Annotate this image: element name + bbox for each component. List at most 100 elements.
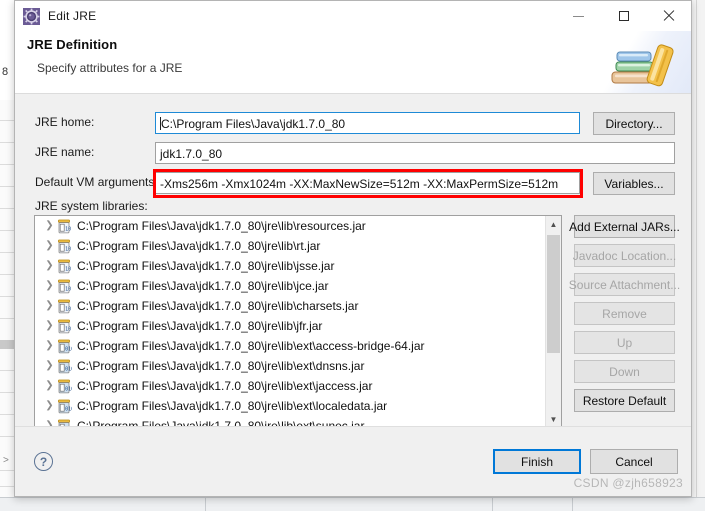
directory-button[interactable]: Directory... — [593, 112, 675, 135]
help-icon[interactable]: ? — [34, 452, 53, 471]
chevron-right-icon[interactable]: ❯ — [43, 356, 56, 376]
vm-arguments-input[interactable]: -Xms256m -Xmx1024m -XX:MaxNewSize=512m -… — [155, 172, 580, 194]
close-button[interactable] — [646, 1, 691, 31]
vm-arguments-label: Default VM arguments: — [35, 175, 158, 189]
chevron-right-icon[interactable]: ❯ — [43, 256, 56, 276]
jre-libraries-list[interactable]: ❯ 10 C:\Program Files\Java\jdk1.7.0_80\jre… — [34, 215, 562, 428]
scroll-up-icon[interactable]: ▲ — [546, 216, 561, 232]
library-path: C:\Program Files\Java\jdk1.7.0_80\jre\li… — [77, 379, 373, 393]
svg-text:010: 010 — [65, 366, 72, 372]
background-status-bar — [0, 497, 705, 511]
jar-ext-file-icon: 010 — [56, 359, 74, 374]
window-controls — [556, 1, 691, 31]
down-button: Down — [574, 360, 675, 383]
library-path: C:\Program Files\Java\jdk1.7.0_80\jre\li… — [77, 279, 329, 293]
jar-file-icon: 10 — [56, 279, 72, 294]
library-path: C:\Program Files\Java\jdk1.7.0_80\jre\li… — [77, 299, 359, 313]
library-list-item[interactable]: ❯ 010 C:\Program Files\Java\jdk1.7.0_80\jr… — [35, 396, 561, 416]
library-list-item[interactable]: ❯ 10 C:\Program Files\Java\jdk1.7.0_80\jre… — [35, 256, 561, 276]
jre-libraries-items: ❯ 10 C:\Program Files\Java\jdk1.7.0_80\jre… — [35, 216, 561, 427]
cancel-button[interactable]: Cancel — [590, 449, 678, 474]
scrollbar-thumb[interactable] — [547, 235, 560, 353]
gutter-caret-icon: > — [3, 455, 9, 466]
jre-home-row: JRE home: C:\Program Files\Java\jdk1.7.0… — [15, 112, 691, 136]
finish-button[interactable]: Finish — [493, 449, 581, 474]
jre-gear-icon — [23, 7, 40, 25]
svg-text:010: 010 — [65, 406, 72, 412]
jre-name-row: JRE name: jdk1.7.0_80 — [15, 142, 691, 166]
status-bar-separator — [492, 497, 493, 511]
jre-home-label: JRE home: — [35, 115, 95, 129]
dialog-header: JRE Definition Specify attributes for a … — [15, 31, 691, 94]
library-path: C:\Program Files\Java\jdk1.7.0_80\jre\li… — [77, 339, 425, 353]
chevron-right-icon[interactable]: ❯ — [43, 296, 56, 316]
header-banner — [573, 31, 691, 93]
library-path: C:\Program Files\Java\jdk1.7.0_80\jre\li… — [77, 399, 388, 413]
restore-default-button[interactable]: Restore Default — [574, 389, 675, 412]
library-list-item[interactable]: ❯ 10 C:\Program Files\Java\jdk1.7.0_80\jre… — [35, 296, 561, 316]
jar-ext-file-icon: 010 — [56, 399, 74, 414]
chevron-right-icon[interactable]: ❯ — [43, 376, 56, 396]
library-list-item[interactable]: ❯ 10 C:\Program Files\Java\jdk1.7.0_80\jre… — [35, 216, 561, 236]
maximize-button[interactable] — [601, 1, 646, 31]
variables-button[interactable]: Variables... — [593, 172, 675, 195]
jar-ext-file-icon: 010 — [56, 379, 74, 394]
svg-text:10: 10 — [65, 326, 71, 332]
library-list-item[interactable]: ❯ 010 C:\Program Files\Java\jdk1.7.0_80\jr… — [35, 356, 561, 376]
vm-arguments-value: -Xms256m -Xmx1024m -XX:MaxNewSize=512m -… — [160, 177, 559, 191]
chevron-right-icon[interactable]: ❯ — [43, 216, 56, 236]
jre-home-input[interactable]: C:\Program Files\Java\jdk1.7.0_80 — [155, 112, 580, 134]
library-list-item[interactable]: ❯ 010 C:\Program Files\Java\jdk1.7.0_80\jr… — [35, 376, 561, 396]
libraries-scrollbar[interactable]: ▲ ▼ — [545, 216, 561, 427]
minimize-icon — [573, 15, 584, 17]
background-right-edge — [696, 0, 705, 497]
jar-file-icon: 10 — [56, 299, 72, 314]
scrollbar-track[interactable] — [546, 232, 561, 411]
up-button: Up — [574, 331, 675, 354]
status-bar-separator — [572, 497, 573, 511]
jar-ext-file-icon: 010 — [56, 339, 74, 354]
window-title: Edit JRE — [48, 9, 97, 23]
chevron-right-icon[interactable]: ❯ — [43, 336, 56, 356]
jre-name-value: jdk1.7.0_80 — [160, 147, 223, 161]
library-path: C:\Program Files\Java\jdk1.7.0_80\jre\li… — [77, 319, 323, 333]
minimize-button[interactable] — [556, 1, 601, 31]
jar-file-icon: 10 — [56, 319, 72, 334]
svg-text:10: 10 — [65, 286, 71, 292]
gutter-line-number: 8 — [2, 66, 9, 78]
jar-file-icon: 10 — [56, 239, 72, 254]
svg-text:10: 10 — [65, 306, 71, 312]
chevron-right-icon[interactable]: ❯ — [43, 396, 56, 416]
jre-libraries-label: JRE system libraries: — [35, 199, 148, 213]
chevron-right-icon[interactable]: ❯ — [43, 276, 56, 296]
csdn-watermark: CSDN @zjh658923 — [573, 476, 683, 490]
library-path: C:\Program Files\Java\jdk1.7.0_80\jre\li… — [77, 239, 321, 253]
books-stack-icon — [605, 42, 679, 90]
vm-arguments-row: Default VM arguments: -Xms256m -Xmx1024m… — [15, 172, 691, 196]
dialog-footer: ? Finish Cancel CSDN @zjh658923 — [15, 426, 691, 496]
library-list-item[interactable]: ❯ 10 C:\Program Files\Java\jdk1.7.0_80\jre… — [35, 236, 561, 256]
svg-text:10: 10 — [65, 246, 71, 252]
library-path: C:\Program Files\Java\jdk1.7.0_80\jre\li… — [77, 219, 366, 233]
javadoc-location-button: Javadoc Location... — [573, 244, 676, 267]
library-list-item[interactable]: ❯ 10 C:\Program Files\Java\jdk1.7.0_80\jre… — [35, 316, 561, 336]
svg-text:010: 010 — [65, 386, 72, 392]
source-attachment-button: Source Attachment... — [569, 273, 680, 296]
maximize-icon — [618, 11, 629, 21]
library-list-item[interactable]: ❯ 010 C:\Program Files\Java\jdk1.7.0_80\jr… — [35, 336, 561, 356]
chevron-right-icon[interactable]: ❯ — [43, 316, 56, 336]
jre-home-value: C:\Program Files\Java\jdk1.7.0_80 — [161, 117, 346, 131]
title-bar: Edit JRE — [15, 1, 691, 31]
chevron-right-icon[interactable]: ❯ — [43, 236, 56, 256]
jre-name-input[interactable]: jdk1.7.0_80 — [155, 142, 675, 164]
dialog-content: JRE home: C:\Program Files\Java\jdk1.7.0… — [15, 94, 691, 457]
svg-text:10: 10 — [65, 226, 71, 232]
svg-text:10: 10 — [65, 266, 71, 272]
svg-text:010: 010 — [65, 346, 72, 352]
jre-name-label: JRE name: — [35, 145, 95, 159]
add-external-jars-button[interactable]: Add External JARs... — [569, 215, 680, 238]
edit-jre-dialog: Edit JRE JRE Definition Specify attribut… — [14, 0, 692, 497]
library-path: C:\Program Files\Java\jdk1.7.0_80\jre\li… — [77, 259, 335, 273]
scroll-down-icon[interactable]: ▼ — [546, 411, 561, 427]
library-list-item[interactable]: ❯ 10 C:\Program Files\Java\jdk1.7.0_80\jre… — [35, 276, 561, 296]
